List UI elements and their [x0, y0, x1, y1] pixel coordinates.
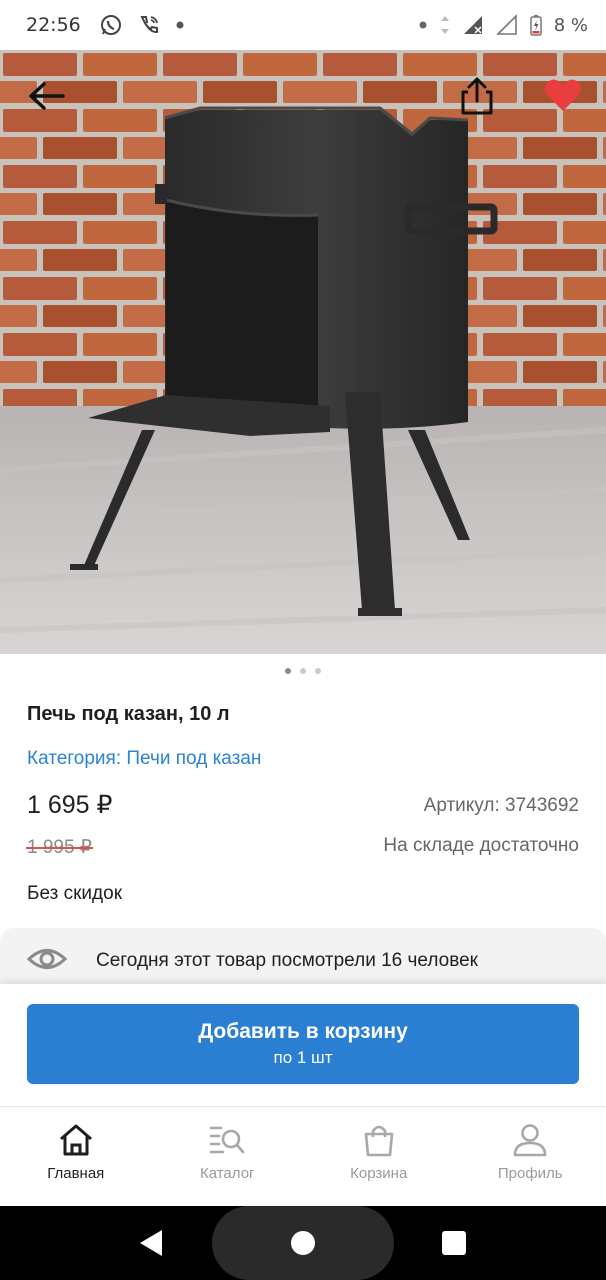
shopping-bag-icon: [364, 1125, 394, 1157]
square-recent-icon[interactable]: [442, 1231, 466, 1255]
notification-dot-icon: [175, 20, 185, 30]
old-price: 1 995 ₽: [26, 836, 93, 859]
phone-call-icon: [137, 13, 161, 37]
arrow-left-icon: [29, 82, 65, 110]
data-arrows-icon: [440, 16, 449, 34]
category-link[interactable]: Категория: Печи под казан: [27, 748, 261, 770]
article-number: Артикул: 3743692: [423, 795, 579, 816]
back-button[interactable]: [24, 76, 70, 116]
add-to-cart-label: Добавить в корзину: [198, 1020, 408, 1043]
product-image[interactable]: [0, 50, 606, 654]
status-bar: 22:56 8 %: [0, 0, 606, 50]
cart-panel: Добавить в корзину по 1 шт: [0, 984, 606, 1106]
pager-dot[interactable]: [285, 668, 291, 674]
stock-status: На складе достаточно: [383, 835, 579, 856]
share-button[interactable]: [456, 74, 498, 118]
views-card: Сегодня этот товар посмотрели 16 человек: [0, 928, 606, 988]
signal-icon: [463, 16, 482, 34]
tab-label: Каталог: [199, 1165, 255, 1182]
dot-icon: [419, 21, 427, 29]
tab-label: Корзина: [350, 1165, 408, 1182]
add-to-cart-button[interactable]: Добавить в корзину по 1 шт: [27, 1004, 579, 1084]
home-circle-icon: [291, 1231, 315, 1255]
status-right: 8 %: [418, 14, 588, 36]
tab-label: Главная: [47, 1165, 105, 1182]
product-title: Печь под казан, 10 л: [27, 703, 230, 725]
home-icon: [59, 1124, 92, 1156]
share-icon: [461, 77, 493, 115]
favorite-button[interactable]: [540, 74, 586, 116]
triangle-back-icon[interactable]: [138, 1228, 164, 1258]
tab-label: Профиль: [497, 1165, 563, 1182]
strikethrough-line: [26, 847, 93, 849]
product-screen: 22:56 8 % Печь под казан, 10 л Категория…: [0, 0, 606, 1280]
status-time: 22:56: [26, 14, 81, 36]
tab-profile[interactable]: Профиль: [455, 1107, 606, 1206]
product-photo: [0, 50, 606, 654]
pager-dot[interactable]: [300, 668, 306, 674]
add-to-cart-sublabel: по 1 шт: [273, 1048, 333, 1067]
image-pager: [0, 668, 606, 674]
bottom-tab-bar: Главная Каталог Корзина Профиль: [0, 1106, 606, 1206]
battery-icon: [529, 15, 542, 36]
system-nav-bar: [0, 1206, 606, 1280]
signal-empty-icon: [495, 14, 517, 35]
heart-icon: [545, 79, 581, 111]
profile-icon: [513, 1124, 547, 1157]
pager-dot[interactable]: [315, 668, 321, 674]
battery-percent: 8 %: [553, 14, 588, 36]
discount-info: Без скидок: [27, 883, 122, 904]
price: 1 695 ₽: [27, 791, 113, 819]
views-text: Сегодня этот товар посмотрели 16 человек: [96, 950, 478, 971]
whatsapp-icon: [99, 13, 123, 37]
eye-icon: [27, 949, 67, 969]
tab-catalog[interactable]: Каталог: [152, 1107, 304, 1206]
home-nav-button[interactable]: [212, 1206, 394, 1280]
tab-home[interactable]: Главная: [0, 1107, 152, 1206]
tab-cart[interactable]: Корзина: [303, 1107, 455, 1206]
catalog-search-icon: [209, 1126, 245, 1154]
